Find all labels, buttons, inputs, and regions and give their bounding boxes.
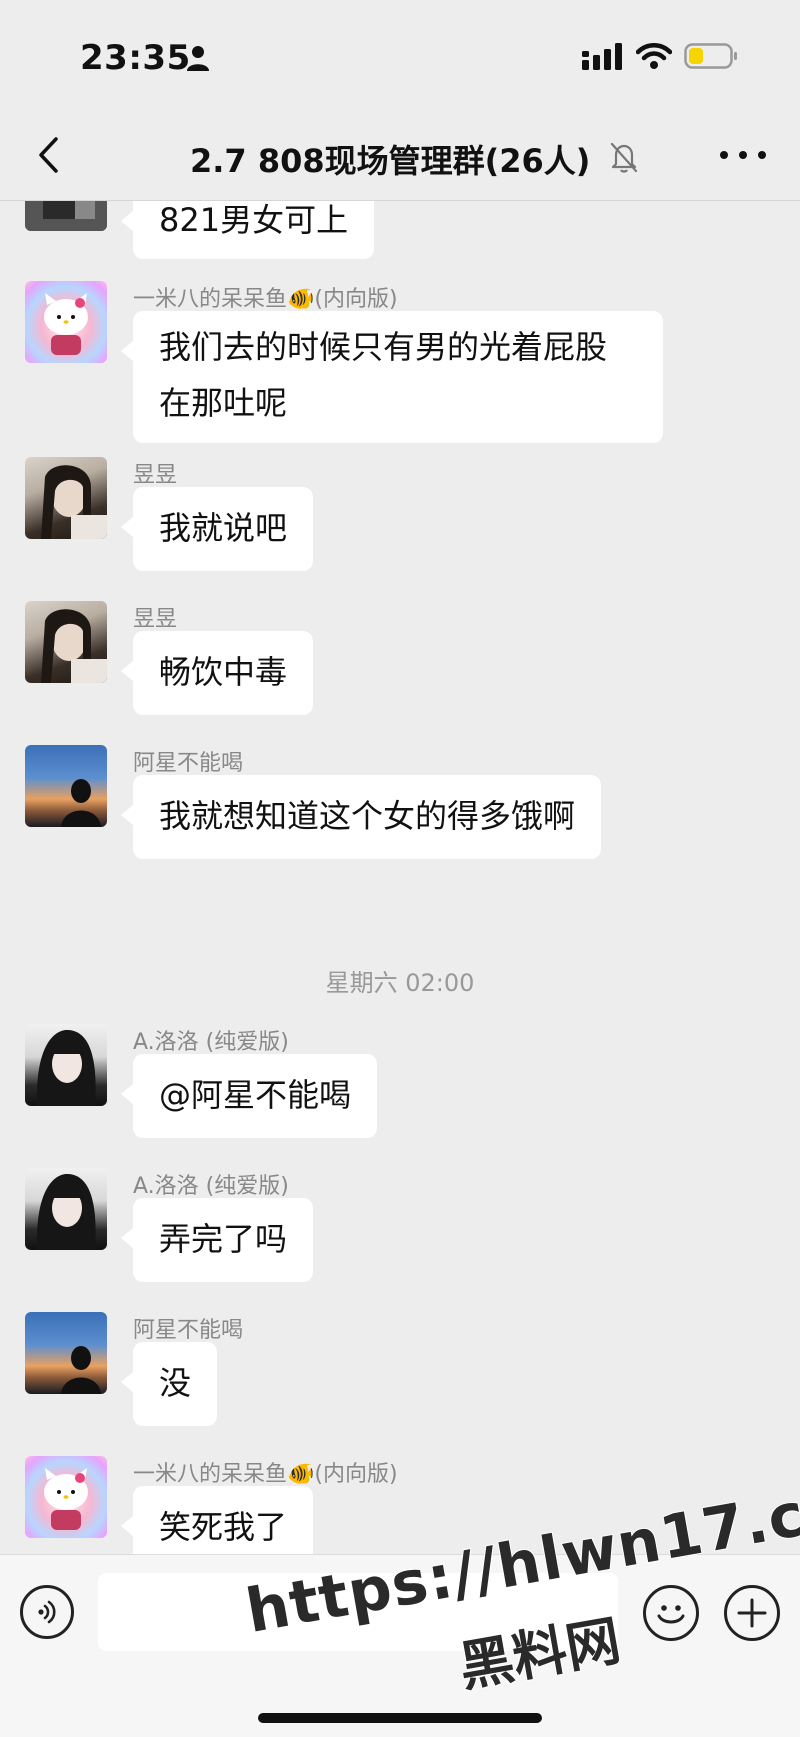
- sender-name: A.洛洛 (纯爱版): [133, 1174, 289, 1199]
- timestamp-divider: 星期六 02:00: [325, 969, 475, 997]
- person-silhouette-icon: [25, 201, 107, 231]
- emoji-button[interactable]: [643, 1585, 699, 1641]
- message-bubble[interactable]: 我就想知道这个女的得多饿啊: [120, 775, 602, 859]
- message-input[interactable]: [98, 1573, 618, 1651]
- avatar[interactable]: [25, 281, 107, 363]
- sender-name: 昱昱: [133, 463, 178, 488]
- emoji-icon: [657, 1605, 685, 1624]
- back-button[interactable]: [28, 132, 68, 178]
- message-text: 笑死我了: [159, 1508, 288, 1546]
- hello-kitty-icon: [44, 293, 88, 355]
- more-button[interactable]: [720, 140, 766, 170]
- avatar[interactable]: [25, 745, 107, 827]
- battery-icon: [684, 43, 737, 69]
- hello-kitty-icon: [44, 1468, 88, 1530]
- message-text: 畅饮中毒: [159, 653, 288, 691]
- avatar[interactable]: [25, 1024, 107, 1106]
- more-dot-icon: [720, 151, 728, 159]
- voice-icon: [38, 1600, 56, 1624]
- message-bubble[interactable]: 笑死我了: [120, 1486, 314, 1554]
- person-photo-icon: [41, 609, 107, 683]
- avatar[interactable]: [25, 601, 107, 683]
- avatar[interactable]: [25, 457, 107, 539]
- person-photo-icon: [41, 465, 107, 539]
- message-bubble[interactable]: 弄完了吗: [120, 1198, 314, 1282]
- avatar[interactable]: [25, 1312, 107, 1394]
- voice-button[interactable]: [20, 1585, 74, 1639]
- chat-title[interactable]: 2.7 808现场管理群(26人): [190, 136, 590, 182]
- person-photo-icon: [36, 1174, 96, 1250]
- mute-bell-icon: [610, 142, 638, 173]
- message-bubble[interactable]: 821男女可上: [120, 201, 375, 259]
- sender-name: 昱昱: [133, 607, 178, 632]
- message-text: @阿星不能喝: [159, 1076, 352, 1114]
- message-text: 我就想知道这个女的得多饿啊: [159, 797, 576, 835]
- message-bubble[interactable]: 畅饮中毒: [120, 631, 314, 715]
- message-text-line: 在那吐呢: [159, 384, 288, 422]
- person-photo-icon: [36, 1030, 96, 1106]
- silhouette-sunset-icon: [61, 779, 101, 827]
- message-bubble[interactable]: 我们去的时候只有男的光着屁股 在那吐呢: [121, 311, 663, 443]
- plus-button[interactable]: [724, 1585, 780, 1641]
- message-bubble[interactable]: @阿星不能喝: [120, 1054, 378, 1138]
- avatar[interactable]: [25, 201, 107, 231]
- sender-name: 一米八的呆呆鱼🐠(内向版): [133, 1462, 398, 1487]
- avatar[interactable]: [25, 1456, 107, 1538]
- person-icon: [187, 46, 209, 71]
- message-text: 821男女可上: [159, 201, 349, 239]
- wifi-icon: [636, 43, 672, 69]
- sender-name: 阿星不能喝: [133, 751, 244, 776]
- input-bar: [0, 1554, 800, 1737]
- back-chevron-icon: [39, 137, 58, 173]
- message-text: 没: [159, 1364, 192, 1402]
- chat-message-list[interactable]: 821男女可上 一米八的呆呆鱼🐠(内向版) 我们去的时候只有男的光着屁股 在那吐…: [0, 201, 800, 1554]
- sender-name: 一米八的呆呆鱼🐠(内向版): [133, 287, 398, 312]
- more-dot-icon: [739, 151, 747, 159]
- status-time: 23:35: [80, 38, 191, 78]
- avatar[interactable]: [25, 1168, 107, 1250]
- message-bubble[interactable]: 没: [120, 1342, 218, 1426]
- more-dot-icon: [758, 151, 766, 159]
- status-bar: 23:35: [0, 0, 800, 110]
- sender-name: 阿星不能喝: [133, 1318, 244, 1343]
- home-indicator[interactable]: [258, 1713, 542, 1723]
- sender-name: A.洛洛 (纯爱版): [133, 1030, 289, 1055]
- message-text-line: 我们去的时候只有男的光着屁股: [159, 328, 608, 366]
- message-bubble[interactable]: 我就说吧: [120, 487, 314, 571]
- status-icons: [582, 42, 738, 70]
- message-text: 我就说吧: [159, 509, 288, 547]
- silhouette-sunset-icon: [61, 1346, 101, 1394]
- plus-icon: [737, 1598, 767, 1628]
- message-text: 弄完了吗: [159, 1220, 288, 1258]
- signal-icon: [582, 43, 622, 70]
- nav-bar: 2.7 808现场管理群(26人): [0, 110, 800, 201]
